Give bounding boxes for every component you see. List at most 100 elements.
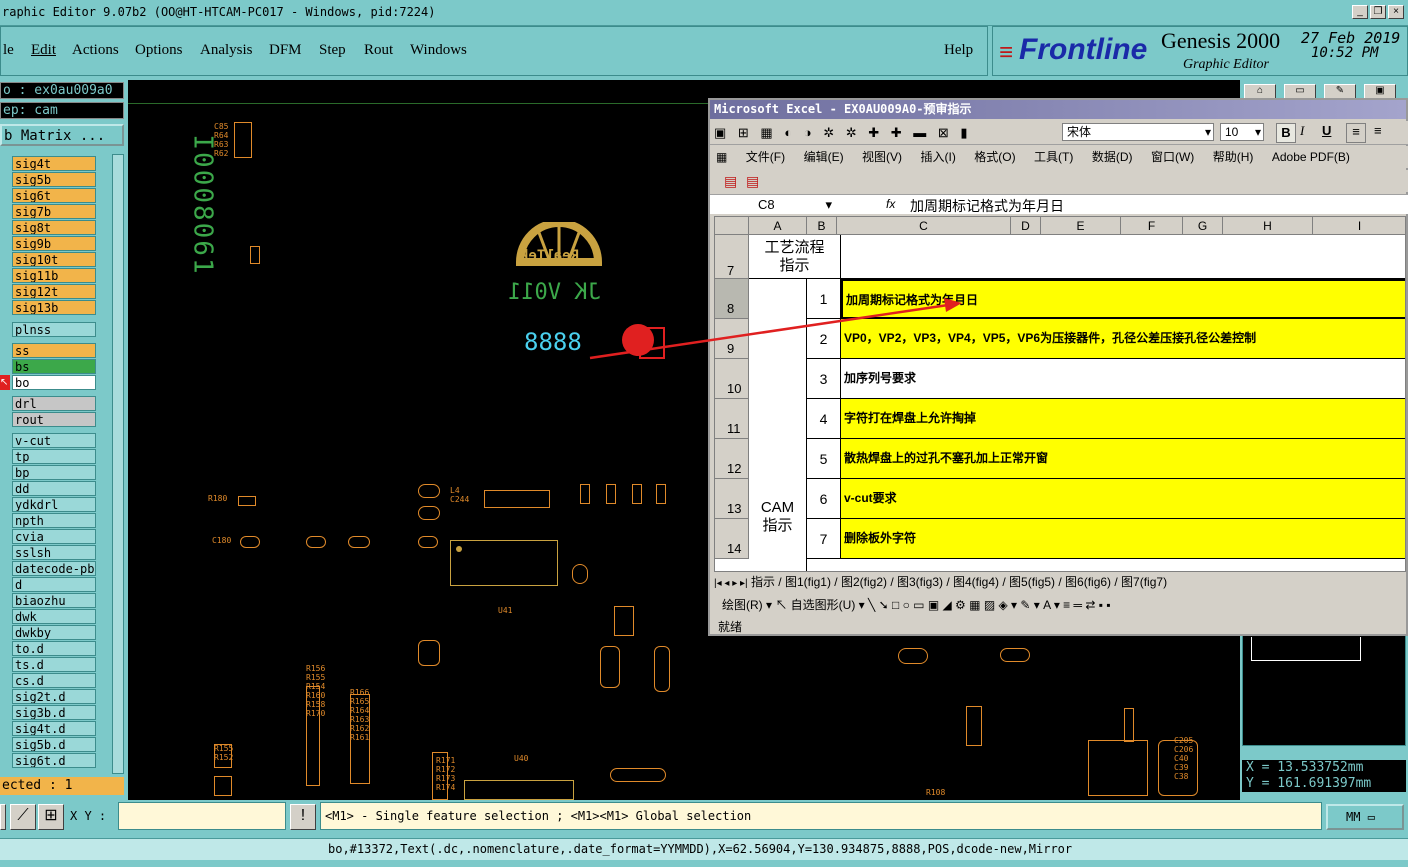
formula-input[interactable]: 加周期标记格式为年月日: [910, 196, 1064, 216]
layer-item[interactable]: sig5b: [12, 172, 96, 187]
restore-button[interactable]: ❐: [1370, 5, 1386, 19]
layer-item[interactable]: tp: [12, 449, 96, 464]
drawing-tools[interactable]: 绘图(R) ▾ ↖ 自选图形(U) ▾ ╲ ➘ □ ○ ▭ ▣ ◢ ⚙ ▦ ▨ …: [714, 598, 1111, 612]
col-header-c[interactable]: C: [837, 217, 1011, 235]
xy-input[interactable]: [118, 802, 286, 830]
layer-item[interactable]: sig4t.d: [12, 721, 96, 736]
layer-item[interactable]: to.d: [12, 641, 96, 656]
units-select[interactable]: MM ▭: [1326, 804, 1404, 830]
instruction-cell[interactable]: 字符打在焊盘上允许掏掉: [841, 399, 1405, 439]
instruction-cell[interactable]: VP0，VP2，VP3，VP4，VP5，VP6为压接器件，孔径公差压接孔径公差控…: [841, 319, 1405, 359]
index-cell[interactable]: 6: [807, 479, 841, 519]
excel-menu-help[interactable]: 帮助(H): [1213, 150, 1254, 164]
col-header-i[interactable]: I: [1313, 217, 1405, 235]
sheet-tabs[interactable]: |◂ ◂ ▸ ▸| 指示 / 图1(fig1) / 图2(fig2) / 图3(…: [714, 573, 1406, 589]
pdf-icon[interactable]: ▤: [724, 173, 737, 190]
cam-group-cell[interactable]: CAM 指示: [749, 279, 807, 571]
excel-menu-tools[interactable]: 工具(T): [1034, 150, 1073, 164]
minimize-button[interactable]: _: [1352, 5, 1368, 19]
snap-icon[interactable]: ⟋: [10, 804, 36, 830]
align-left-icon[interactable]: ≡: [1346, 123, 1366, 143]
col-header-e[interactable]: E: [1041, 217, 1121, 235]
layer-item[interactable]: sig9b: [12, 236, 96, 251]
row-header[interactable]: 7: [715, 235, 749, 279]
menu-rout[interactable]: Rout: [364, 42, 393, 59]
layer-item[interactable]: sig4t: [12, 156, 96, 171]
instruction-cell[interactable]: 加序列号要求: [841, 359, 1405, 399]
excel-menu-edit[interactable]: 编辑(E): [804, 150, 844, 164]
row-header[interactable]: 10: [715, 359, 749, 399]
instruction-cell[interactable]: 散热焊盘上的过孔不塞孔加上正常开窗: [841, 439, 1405, 479]
excel-menu-insert[interactable]: 插入(I): [920, 150, 955, 164]
underline-button[interactable]: U: [1322, 123, 1331, 138]
align-center-icon[interactable]: ≡: [1374, 123, 1382, 138]
col-header-a[interactable]: A: [749, 217, 807, 235]
size-select[interactable]: 10 ▾: [1220, 123, 1264, 141]
layer-item[interactable]: sig8t: [12, 220, 96, 235]
layer-scrollbar[interactable]: [112, 154, 124, 774]
layer-item[interactable]: ydkdrl: [12, 497, 96, 512]
bold-button[interactable]: B: [1276, 123, 1296, 143]
layer-item[interactable]: d: [12, 577, 96, 592]
menu-actions[interactable]: Actions: [72, 42, 119, 59]
index-cell[interactable]: 1: [807, 279, 841, 319]
layer-item[interactable]: v-cut: [12, 433, 96, 448]
alert-icon[interactable]: !: [290, 804, 316, 830]
layer-drl[interactable]: drl: [12, 396, 96, 411]
excel-menu-data[interactable]: 数据(D): [1092, 150, 1133, 164]
menu-dfm[interactable]: DFM: [269, 42, 302, 59]
italic-button[interactable]: I: [1300, 123, 1304, 139]
pdf-icon[interactable]: ▤: [746, 173, 759, 190]
layer-item[interactable]: ts.d: [12, 657, 96, 672]
row-header[interactable]: 12: [715, 439, 749, 479]
excel-menu-format[interactable]: 格式(O): [974, 150, 1015, 164]
menu-step[interactable]: Step: [319, 42, 346, 59]
layer-item[interactable]: datecode-pbe: [12, 561, 96, 576]
instruction-cell[interactable]: 加周期标记格式为年月日: [841, 279, 1405, 319]
col-header-g[interactable]: G: [1183, 217, 1223, 235]
layer-item[interactable]: bp: [12, 465, 96, 480]
layer-item[interactable]: sig6t: [12, 188, 96, 203]
col-header-f[interactable]: F: [1121, 217, 1183, 235]
layer-rout[interactable]: rout: [12, 412, 96, 427]
index-cell[interactable]: 4: [807, 399, 841, 439]
name-box[interactable]: C8 ▾: [714, 196, 834, 214]
menu-edit[interactable]: Edit: [31, 42, 56, 59]
layer-item[interactable]: sig11b: [12, 268, 96, 283]
layer-item[interactable]: cvia: [12, 529, 96, 544]
layer-bo[interactable]: bo: [12, 375, 96, 390]
row-header[interactable]: 14: [715, 519, 749, 559]
layer-item[interactable]: dwk: [12, 609, 96, 624]
menu-help[interactable]: Help: [944, 42, 973, 59]
layer-item[interactable]: biaozhu: [12, 593, 96, 608]
worksheet-grid[interactable]: A B C D E F G H I 7 工艺流程 指示 CAM 指示 8 1 加周期…: [714, 216, 1406, 572]
layer-item[interactable]: cs.d: [12, 673, 96, 688]
col-header-b[interactable]: B: [807, 217, 837, 235]
row-header[interactable]: 8: [715, 279, 749, 319]
excel-menu-window[interactable]: 窗口(W): [1151, 150, 1194, 164]
sheet-tab-list[interactable]: 指示 / 图1(fig1) / 图2(fig2) / 图3(fig3) / 图4…: [751, 575, 1167, 589]
menu-options[interactable]: Options: [135, 42, 183, 59]
row-header[interactable]: 11: [715, 399, 749, 439]
menu-analysis[interactable]: Analysis: [200, 42, 253, 59]
index-cell[interactable]: 3: [807, 359, 841, 399]
instruction-cell[interactable]: v-cut要求: [841, 479, 1405, 519]
menu-file[interactable]: le: [3, 42, 14, 59]
instruction-cell[interactable]: 删除板外字符: [841, 519, 1405, 559]
layer-item[interactable]: sig5b.d: [12, 737, 96, 752]
index-cell[interactable]: 2: [807, 319, 841, 359]
sheet-nav-icon[interactable]: |◂ ◂ ▸ ▸|: [714, 578, 748, 589]
index-cell[interactable]: 5: [807, 439, 841, 479]
layer-item[interactable]: sig6t.d: [12, 753, 96, 768]
layer-item[interactable]: sig3b.d: [12, 705, 96, 720]
index-cell[interactable]: 7: [807, 519, 841, 559]
layer-item[interactable]: dwkby: [12, 625, 96, 640]
excel-menu-file[interactable]: 文件(F): [746, 150, 785, 164]
row-header[interactable]: 13: [715, 479, 749, 519]
layer-item[interactable]: sig12t: [12, 284, 96, 299]
layer-item[interactable]: sslsh: [12, 545, 96, 560]
layer-item[interactable]: sig2t.d: [12, 689, 96, 704]
matrix-button[interactable]: b Matrix ...: [0, 124, 124, 146]
layer-plnss[interactable]: plnss: [12, 322, 96, 337]
row-header[interactable]: 9: [715, 319, 749, 359]
